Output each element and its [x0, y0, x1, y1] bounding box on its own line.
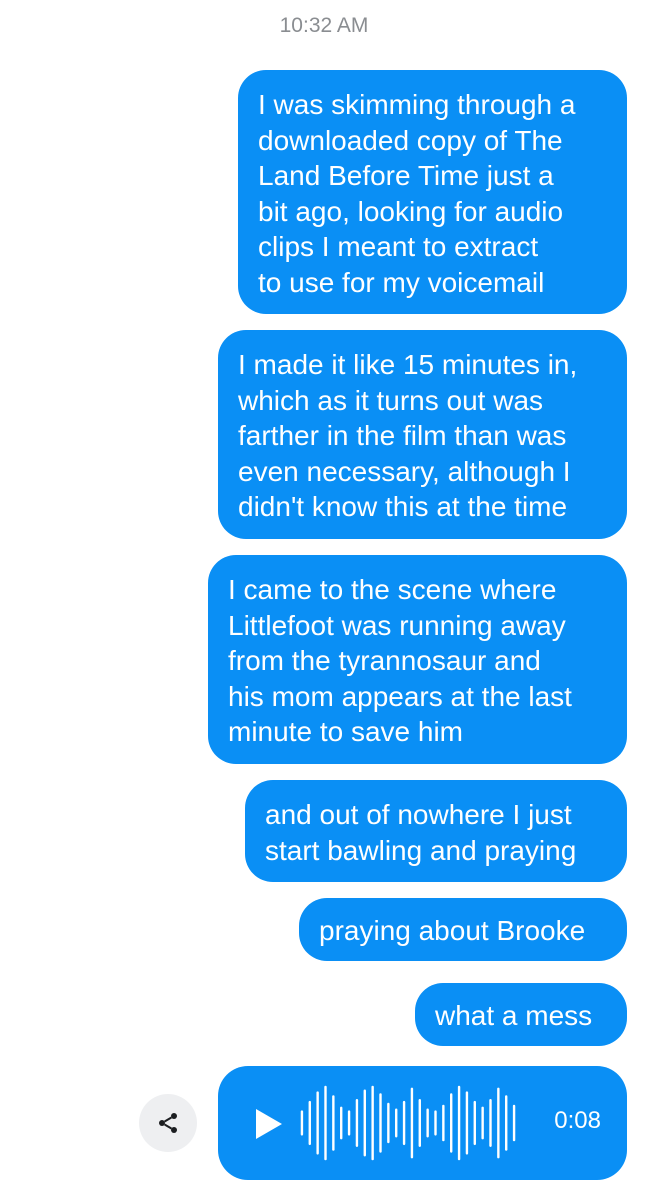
- share-button[interactable]: [139, 1094, 197, 1152]
- message-bubble[interactable]: and out of nowhere I just start bawling …: [245, 780, 627, 882]
- audio-waveform[interactable]: [298, 1083, 518, 1163]
- share-icon: [159, 1113, 177, 1133]
- message-bubble[interactable]: I came to the scene where Littlefoot was…: [208, 555, 627, 764]
- voice-message[interactable]: 0:08: [218, 1066, 627, 1180]
- message-bubble[interactable]: I made it like 15 minutes in, which as i…: [218, 330, 627, 539]
- audio-duration: 0:08: [554, 1107, 601, 1134]
- play-icon[interactable]: [256, 1109, 282, 1139]
- timestamp: 10:32 AM: [279, 14, 369, 37]
- message-bubble[interactable]: praying about Brooke: [299, 898, 627, 961]
- message-bubble[interactable]: I was skimming through a downloaded copy…: [238, 70, 627, 314]
- message-bubble[interactable]: what a mess: [415, 983, 627, 1046]
